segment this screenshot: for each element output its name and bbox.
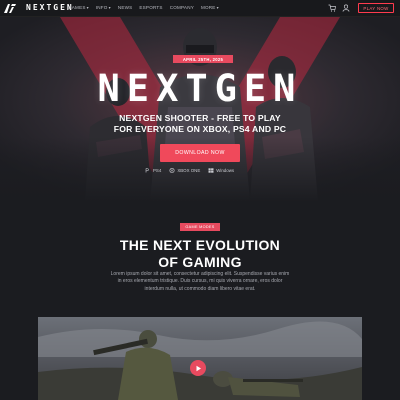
user-icon[interactable] <box>342 4 350 12</box>
menu-item-info[interactable]: INFO▾ <box>96 5 111 10</box>
cart-icon[interactable] <box>328 4 336 12</box>
platform-windows: Windows <box>208 168 234 173</box>
windows-icon <box>208 168 214 173</box>
play-icon <box>196 365 201 371</box>
play-video-button[interactable] <box>190 360 206 376</box>
play-now-button[interactable]: PLAY NOW <box>358 3 394 13</box>
hero-banner: APRIL 25TH, 2025 NEXTGEN NEXTGEN SHOOTER… <box>0 17 400 202</box>
platform-xbox: XBOX ONE <box>169 168 200 173</box>
chevron-down-icon: ▾ <box>108 5 111 10</box>
download-now-button[interactable]: DOWNLOAD NOW <box>160 144 240 162</box>
menu-item-esports[interactable]: ESPORTS <box>139 5 162 10</box>
menu-item-games[interactable]: GAMES▾ <box>68 5 89 10</box>
section-description: Lorem ipsum dolor sit amet, consectetur … <box>110 271 290 292</box>
release-date-badge: APRIL 25TH, 2025 <box>173 55 233 63</box>
xbox-icon <box>169 168 175 173</box>
hero-title: NEXTGEN <box>97 67 303 110</box>
hero-subtitle: NEXTGEN SHOOTER - FREE TO PLAY FOR EVERY… <box>113 113 287 134</box>
menu-item-news[interactable]: NEWS <box>118 5 133 10</box>
top-navbar: NEXTGEN GAMES▾ INFO▾ NEWS ESPORTS COMPAN… <box>0 0 400 17</box>
menu-item-company[interactable]: COMPANY <box>170 5 194 10</box>
platform-list: PS4 XBOX ONE Windows <box>145 168 234 173</box>
chevron-down-icon: ▾ <box>86 5 89 10</box>
chevron-down-icon: ▾ <box>216 5 219 10</box>
platform-ps4: PS4 <box>145 168 161 173</box>
brand-name[interactable]: NEXTGEN <box>26 3 74 12</box>
logo-icon[interactable] <box>4 4 16 13</box>
playstation-icon <box>145 168 149 173</box>
section-title: THE NEXT EVOLUTION OF GAMING <box>119 237 281 270</box>
gameplay-video-thumbnail[interactable] <box>38 317 362 400</box>
game-modes-badge: GAME MODES <box>180 223 220 231</box>
menu-item-more[interactable]: MORE▾ <box>201 5 219 10</box>
main-menu: GAMES▾ INFO▾ NEWS ESPORTS COMPANY MORE▾ <box>68 5 219 10</box>
gameplay-image <box>38 317 362 400</box>
